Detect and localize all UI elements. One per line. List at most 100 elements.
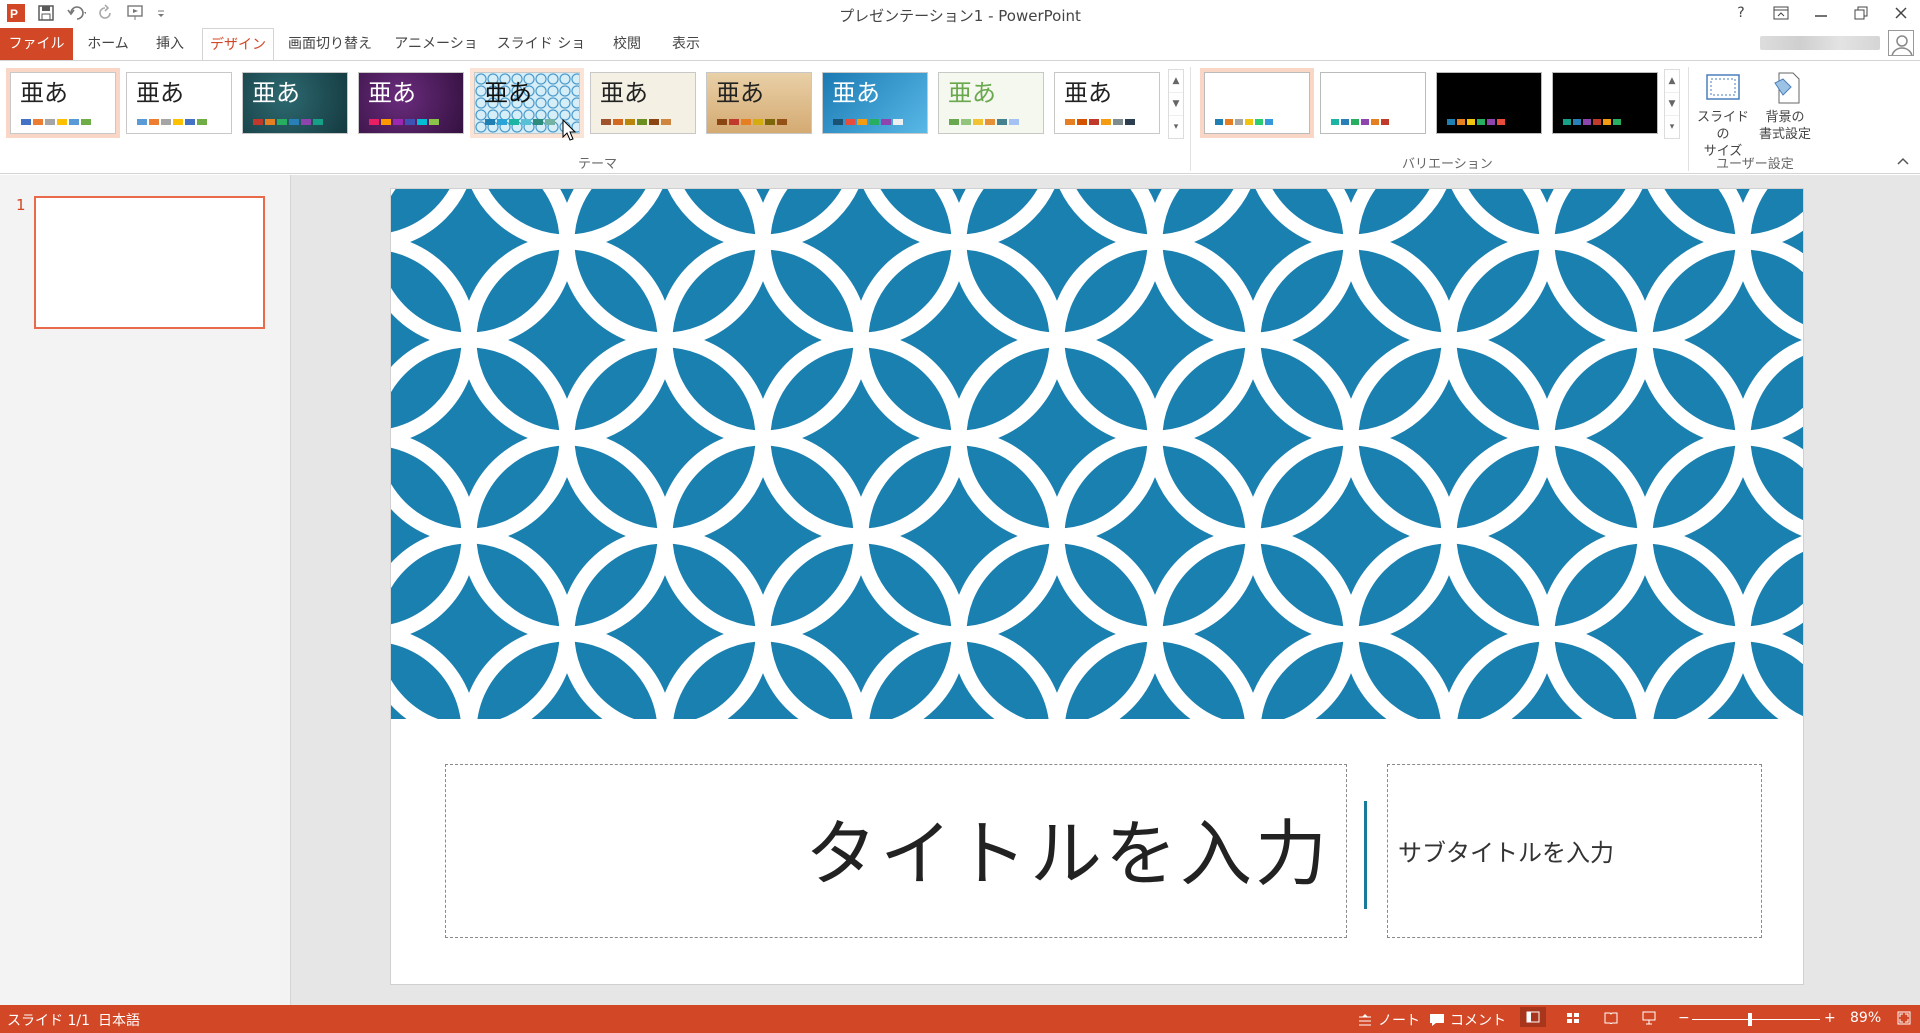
- color-swatches: [601, 119, 671, 125]
- ribbon-display-options-icon[interactable]: [1770, 3, 1792, 23]
- slide-size-button[interactable]: スライドの サイズ: [1692, 67, 1754, 159]
- theme-thumbnail-text: 亜あ: [600, 79, 648, 107]
- tab-home[interactable]: ホーム: [78, 28, 138, 60]
- color-swatches: [21, 119, 91, 125]
- variation-thumbnail[interactable]: [1320, 72, 1426, 134]
- tab-file[interactable]: ファイル: [0, 28, 73, 60]
- slide-thumbnail-number: 1: [16, 196, 26, 214]
- variation-thumbnail[interactable]: [1200, 68, 1314, 138]
- color-swatch: [1255, 119, 1263, 125]
- color-swatch: [509, 119, 519, 125]
- tab-review[interactable]: 校閲: [600, 28, 654, 60]
- tab-insert[interactable]: 挿入: [143, 28, 197, 60]
- theme-thumbnail[interactable]: 亜あ: [590, 72, 696, 134]
- color-swatch: [661, 119, 671, 125]
- collapse-ribbon-icon[interactable]: [1896, 155, 1910, 167]
- avatar[interactable]: [1888, 30, 1914, 56]
- color-swatch: [81, 119, 91, 125]
- tab-view[interactable]: 表示: [660, 28, 712, 60]
- reading-view-button[interactable]: [1602, 1010, 1620, 1026]
- fit-to-window-button[interactable]: [1895, 1010, 1913, 1026]
- help-button[interactable]: ?: [1730, 3, 1752, 23]
- color-swatch: [545, 119, 555, 125]
- theme-thumbnail[interactable]: 亜あ: [6, 68, 120, 138]
- status-bar: スライド 1/1 日本語 ノート コメント − + 89%: [0, 1005, 1920, 1033]
- color-swatch: [369, 119, 379, 125]
- color-swatches: [485, 119, 555, 125]
- color-swatch: [45, 119, 55, 125]
- zoom-slider-track[interactable]: [1692, 1019, 1820, 1020]
- user-name-blurred: [1760, 36, 1880, 50]
- theme-thumbnail-text: 亜あ: [252, 79, 300, 107]
- close-icon[interactable]: [1890, 3, 1912, 23]
- slide-background-pattern: [391, 189, 1803, 719]
- color-swatches: [1447, 119, 1505, 125]
- tab-animations[interactable]: アニメーション: [388, 28, 484, 84]
- color-swatch: [949, 119, 959, 125]
- theme-thumbnail-text: 亜あ: [136, 79, 184, 107]
- variation-scroll-down-icon[interactable]: ▼: [1665, 93, 1679, 116]
- theme-thumbnail-text: 亜あ: [716, 79, 764, 107]
- slideshow-view-button[interactable]: [1640, 1010, 1658, 1026]
- theme-thumbnail[interactable]: 亜あ: [126, 72, 232, 134]
- slide-sorter-button[interactable]: [1564, 1010, 1582, 1026]
- theme-thumbnail[interactable]: 亜あ: [822, 72, 928, 134]
- color-swatch: [381, 119, 391, 125]
- language-status[interactable]: 日本語: [98, 1010, 140, 1030]
- color-swatch: [1065, 119, 1075, 125]
- color-swatch: [741, 119, 751, 125]
- window-controls: ?: [1730, 3, 1912, 23]
- tab-design[interactable]: デザイン: [202, 28, 274, 61]
- color-swatch: [1009, 119, 1019, 125]
- gallery-more-icon[interactable]: ▾: [1169, 116, 1183, 139]
- variation-gallery-scroll[interactable]: ▲ ▼ ▾: [1664, 69, 1680, 139]
- color-swatch: [1361, 119, 1369, 125]
- variation-more-icon[interactable]: ▾: [1665, 116, 1679, 139]
- format-background-icon: [1765, 69, 1805, 105]
- color-swatch: [1487, 119, 1495, 125]
- theme-thumbnail[interactable]: 亜あ: [706, 72, 812, 134]
- theme-thumbnail-text: 亜あ: [948, 79, 996, 107]
- theme-thumbnail-text: 亜あ: [1064, 79, 1112, 107]
- color-swatch: [1235, 119, 1243, 125]
- variations-group-label: バリエーション: [1402, 157, 1493, 172]
- format-background-button[interactable]: 背景の 書式設定: [1754, 67, 1816, 149]
- gallery-scroll-up-icon[interactable]: ▲: [1169, 70, 1183, 93]
- color-swatch: [1497, 119, 1505, 125]
- zoom-level[interactable]: 89%: [1850, 1010, 1881, 1026]
- color-swatch: [289, 119, 299, 125]
- variation-thumbnail[interactable]: [1552, 72, 1658, 134]
- notes-button[interactable]: ノート: [1356, 1010, 1420, 1030]
- restore-icon[interactable]: [1850, 3, 1872, 23]
- theme-thumbnail[interactable]: 亜あ: [1054, 72, 1160, 134]
- gallery-scroll-down-icon[interactable]: ▼: [1169, 93, 1183, 116]
- color-swatch: [893, 119, 903, 125]
- theme-thumbnail[interactable]: 亜あ: [938, 72, 1044, 134]
- title-placeholder[interactable]: タイトルを入力: [445, 764, 1347, 938]
- theme-thumbnail[interactable]: 亜あ: [242, 72, 348, 134]
- variation-scroll-up-icon[interactable]: ▲: [1665, 70, 1679, 93]
- slide-thumbnail[interactable]: [34, 196, 265, 329]
- slide-canvas[interactable]: タイトルを入力 サブタイトルを入力: [390, 188, 1804, 985]
- color-swatch: [649, 119, 659, 125]
- color-swatch: [277, 119, 287, 125]
- theme-gallery-scroll[interactable]: ▲ ▼ ▾: [1168, 69, 1184, 139]
- comments-button[interactable]: コメント: [1428, 1010, 1506, 1030]
- color-swatch: [533, 119, 543, 125]
- color-swatch: [1215, 119, 1223, 125]
- mouse-cursor-icon: [562, 118, 578, 143]
- color-swatch: [313, 119, 323, 125]
- user-account-area[interactable]: [1760, 30, 1914, 56]
- theme-thumbnail[interactable]: 亜あ: [358, 72, 464, 134]
- zoom-out-button[interactable]: −: [1678, 1010, 1690, 1026]
- subtitle-placeholder[interactable]: サブタイトルを入力: [1387, 764, 1762, 938]
- tab-transitions[interactable]: 画面切り替え: [280, 28, 380, 60]
- zoom-in-button[interactable]: +: [1824, 1010, 1836, 1026]
- tab-slideshow[interactable]: スライド ショー: [494, 28, 588, 84]
- normal-view-button[interactable]: [1520, 1007, 1546, 1027]
- color-swatches: [949, 119, 1019, 125]
- zoom-slider-thumb[interactable]: [1748, 1013, 1752, 1026]
- minimize-icon[interactable]: [1810, 3, 1832, 23]
- variation-thumbnail[interactable]: [1436, 72, 1542, 134]
- slide-edit-area: タイトルを入力 サブタイトルを入力: [291, 175, 1920, 1005]
